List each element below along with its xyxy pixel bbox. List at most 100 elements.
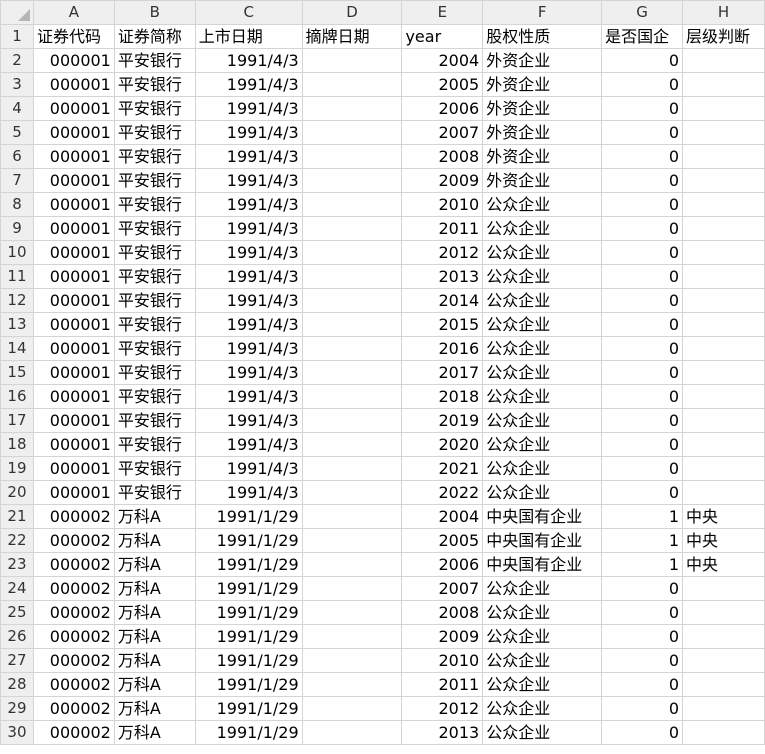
cell-year[interactable]: 2009 — [401, 168, 484, 193]
cell-security-code[interactable]: 000002 — [32, 600, 115, 625]
cell-level[interactable] — [682, 648, 765, 673]
row-header[interactable]: 13 — [0, 312, 34, 337]
cell-security-name[interactable]: 万科A — [113, 600, 196, 625]
row-header[interactable]: 20 — [0, 480, 34, 505]
cell-level[interactable] — [682, 216, 765, 241]
cell-security-code[interactable]: 000002 — [32, 648, 115, 673]
cell-level[interactable] — [682, 48, 765, 73]
cell-listing-date[interactable]: 1991/1/29 — [194, 720, 303, 745]
cell-ownership-type[interactable]: 公众企业 — [482, 672, 603, 697]
cell-listing-date[interactable]: 1991/1/29 — [194, 600, 303, 625]
cell-year[interactable]: 2004 — [401, 504, 484, 529]
cell-is-soe[interactable]: 0 — [601, 576, 684, 601]
cell-is-soe[interactable]: 0 — [601, 192, 684, 217]
cell-security-name[interactable]: 万科A — [113, 648, 196, 673]
cell-is-soe[interactable]: 0 — [601, 648, 684, 673]
row-header[interactable]: 2 — [0, 48, 34, 73]
cell-ownership-type[interactable]: 公众企业 — [482, 312, 603, 337]
cell-is-soe[interactable]: 0 — [601, 480, 684, 505]
cell-listing-date[interactable]: 1991/4/3 — [194, 144, 303, 169]
cell-security-name[interactable]: 平安银行 — [113, 264, 196, 289]
cell-is-soe[interactable]: 0 — [601, 672, 684, 697]
cell-delisting-date[interactable] — [301, 408, 403, 433]
cell-delisting-date[interactable] — [301, 264, 403, 289]
cell-listing-date[interactable]: 1991/1/29 — [194, 576, 303, 601]
cell-level[interactable]: 中央 — [682, 552, 765, 577]
cell-level[interactable] — [682, 288, 765, 313]
cell-listing-date[interactable]: 1991/1/29 — [194, 528, 303, 553]
cell-ownership-type[interactable]: 中央国有企业 — [482, 528, 603, 553]
cell-ownership-type[interactable]: 公众企业 — [482, 600, 603, 625]
cell-year[interactable]: 2010 — [401, 648, 484, 673]
cell-year[interactable]: 2016 — [401, 336, 484, 361]
cell-delisting-date[interactable] — [301, 480, 403, 505]
cell-listing-date[interactable]: 1991/4/3 — [194, 48, 303, 73]
cell-delisting-date[interactable] — [301, 648, 403, 673]
cell-level[interactable] — [682, 312, 765, 337]
cell-year[interactable]: 2008 — [401, 600, 484, 625]
cell-ownership-type[interactable]: 公众企业 — [482, 648, 603, 673]
cell-listing-date[interactable]: 1991/4/3 — [194, 432, 303, 457]
cell-security-name[interactable]: 万科A — [113, 624, 196, 649]
cell-level[interactable] — [682, 360, 765, 385]
cell-listing-date[interactable]: 1991/4/3 — [194, 264, 303, 289]
cell-is-soe[interactable]: 0 — [601, 384, 684, 409]
cell-ownership-type[interactable]: 公众企业 — [482, 408, 603, 433]
row-header[interactable]: 26 — [0, 624, 34, 649]
cell-is-soe[interactable]: 0 — [601, 48, 684, 73]
cell-security-name[interactable]: 平安银行 — [113, 336, 196, 361]
cell-year[interactable]: 2019 — [401, 408, 484, 433]
cell-security-name[interactable]: 平安银行 — [113, 432, 196, 457]
cell-security-code[interactable]: 000001 — [32, 336, 115, 361]
cell-is-soe[interactable]: 1 — [601, 552, 684, 577]
column-header[interactable]: F — [482, 0, 603, 25]
cell-security-code[interactable]: 000002 — [32, 624, 115, 649]
cell-delisting-date[interactable] — [301, 672, 403, 697]
row-header[interactable]: 12 — [0, 288, 34, 313]
cell-ownership-type[interactable]: 外资企业 — [482, 96, 603, 121]
cell-security-name[interactable]: 平安银行 — [113, 120, 196, 145]
cell-year[interactable]: 2007 — [401, 576, 484, 601]
cell-listing-date[interactable]: 1991/4/3 — [194, 456, 303, 481]
cell-delisting-date[interactable] — [301, 216, 403, 241]
cell-level[interactable] — [682, 264, 765, 289]
cell-security-code[interactable]: 000001 — [32, 480, 115, 505]
cell-security-name[interactable]: 万科A — [113, 696, 196, 721]
cell-listing-date[interactable]: 1991/1/29 — [194, 552, 303, 577]
cell-delisting-date[interactable] — [301, 456, 403, 481]
cell-delisting-date[interactable] — [301, 384, 403, 409]
cell-ownership-type[interactable]: 公众企业 — [482, 240, 603, 265]
cell-listing-date[interactable]: 1991/1/29 — [194, 504, 303, 529]
cell-is-soe[interactable]: 0 — [601, 336, 684, 361]
row-header[interactable]: 19 — [0, 456, 34, 481]
header-cell[interactable]: 证券代码 — [32, 24, 115, 49]
cell-is-soe[interactable]: 1 — [601, 504, 684, 529]
row-header[interactable]: 22 — [0, 528, 34, 553]
cell-year[interactable]: 2008 — [401, 144, 484, 169]
cell-delisting-date[interactable] — [301, 360, 403, 385]
cell-delisting-date[interactable] — [301, 96, 403, 121]
row-header[interactable]: 8 — [0, 192, 34, 217]
cell-security-name[interactable]: 平安银行 — [113, 288, 196, 313]
cell-year[interactable]: 2006 — [401, 552, 484, 577]
cell-security-code[interactable]: 000002 — [32, 552, 115, 577]
cell-ownership-type[interactable]: 外资企业 — [482, 48, 603, 73]
cell-is-soe[interactable]: 0 — [601, 288, 684, 313]
cell-ownership-type[interactable]: 公众企业 — [482, 192, 603, 217]
cell-security-name[interactable]: 平安银行 — [113, 384, 196, 409]
cell-delisting-date[interactable] — [301, 432, 403, 457]
header-cell[interactable]: 股权性质 — [482, 24, 603, 49]
cell-is-soe[interactable]: 0 — [601, 312, 684, 337]
cell-security-name[interactable]: 平安银行 — [113, 168, 196, 193]
cell-ownership-type[interactable]: 公众企业 — [482, 576, 603, 601]
cell-level[interactable] — [682, 144, 765, 169]
cell-delisting-date[interactable] — [301, 576, 403, 601]
row-header[interactable]: 1 — [0, 24, 34, 49]
column-header[interactable]: C — [194, 0, 303, 25]
cell-ownership-type[interactable]: 公众企业 — [482, 384, 603, 409]
cell-security-code[interactable]: 000002 — [32, 504, 115, 529]
cell-year[interactable]: 2011 — [401, 672, 484, 697]
cell-year[interactable]: 2005 — [401, 72, 484, 97]
cell-year[interactable]: 2014 — [401, 288, 484, 313]
cell-level[interactable] — [682, 432, 765, 457]
